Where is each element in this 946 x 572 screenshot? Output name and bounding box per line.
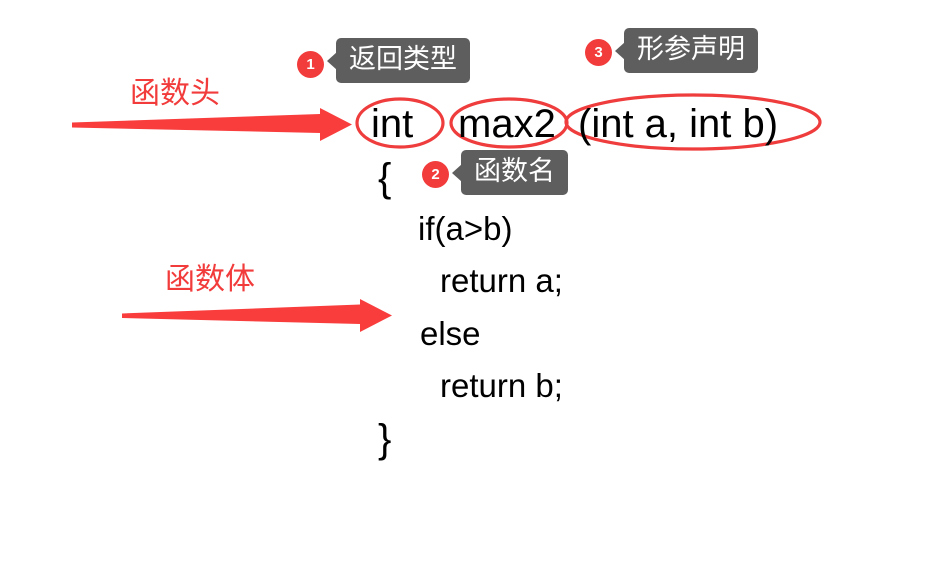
side-label-function-header: 函数头 — [130, 77, 220, 110]
function-body-arrow — [122, 299, 392, 332]
callout-box-return-type[interactable]: 返回类型 — [336, 38, 470, 83]
callout-box-parameter-declaration[interactable]: 形参声明 — [624, 28, 758, 73]
callout-badge-2[interactable]: 2 — [422, 161, 449, 188]
callout-badge-3[interactable]: 3 — [585, 39, 612, 66]
callout-badge-1[interactable]: 1 — [297, 51, 324, 78]
diagram-canvas: 函数头 函数体 1 返回类型 3 形参声明 2 函数名 int max2 (in… — [0, 0, 946, 572]
code-return-a: return a; — [440, 262, 563, 299]
code-else-statement: else — [420, 315, 481, 352]
code-open-brace: { — [378, 156, 392, 200]
code-function-name: max2 — [458, 102, 556, 146]
callout-box-function-name[interactable]: 函数名 — [461, 150, 568, 195]
function-header-arrow — [72, 108, 352, 141]
side-label-function-body: 函数体 — [165, 263, 255, 296]
code-return-b: return b; — [440, 367, 563, 404]
code-close-brace: } — [378, 417, 392, 461]
code-parameter-list: (int a, int b) — [578, 102, 779, 146]
code-return-type: int — [371, 102, 414, 146]
code-if-statement: if(a>b) — [418, 210, 513, 247]
